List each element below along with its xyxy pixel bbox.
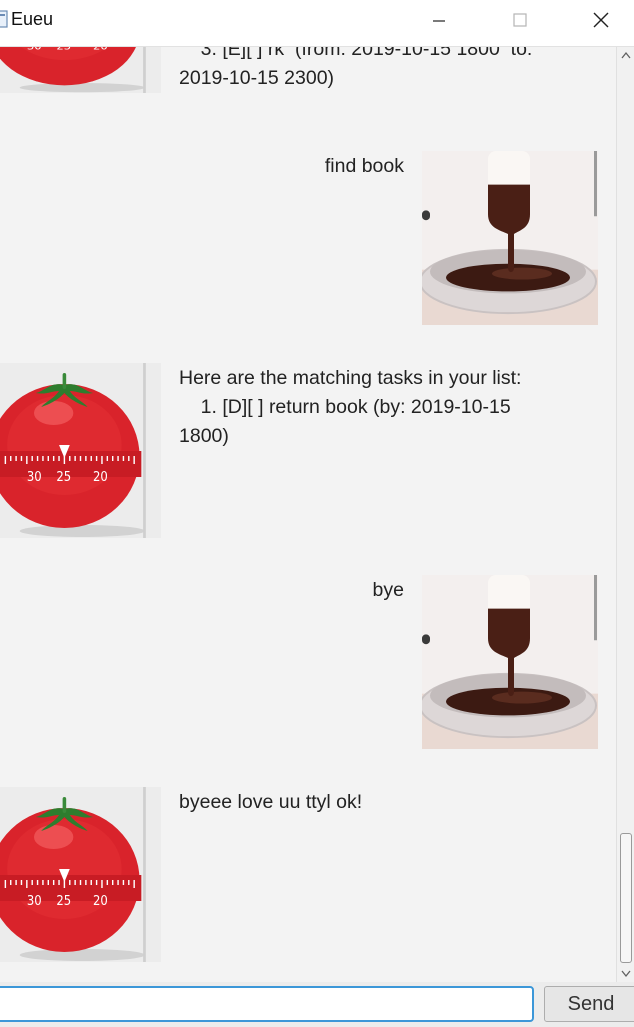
tomato-timer-avatar — [0, 47, 161, 93]
vertical-scrollbar[interactable] — [616, 47, 634, 982]
user-message: find book — [324, 155, 404, 177]
minimize-icon[interactable] — [424, 8, 454, 34]
user-message: bye — [372, 579, 404, 601]
chocolate-dip-avatar — [422, 151, 598, 325]
app-window-icon — [0, 10, 8, 28]
maximize-icon[interactable] — [505, 8, 535, 34]
input-bar: Send — [0, 982, 634, 1027]
message-input[interactable] — [0, 986, 534, 1022]
tomato-timer-avatar — [0, 787, 161, 962]
bot-message: 3. [E][ ] rk (from: 2019-10-15 1800 to: … — [179, 47, 533, 89]
bot-message: Here are the matching tasks in your list… — [179, 367, 522, 447]
chat-scroll-pane[interactable]: 3. [E][ ] rk (from: 2019-10-15 1800 to: … — [0, 47, 615, 982]
bot-message: byeee love uu ttyl ok! — [179, 791, 363, 813]
scrollbar-thumb[interactable] — [620, 833, 632, 963]
tomato-timer-avatar — [0, 363, 161, 538]
send-button[interactable]: Send — [544, 986, 634, 1022]
scroll-down-arrow-icon[interactable] — [621, 970, 631, 978]
window-title: Eueu — [11, 9, 54, 29]
close-icon[interactable] — [586, 8, 616, 34]
title-bar: Eueu — [0, 0, 634, 47]
chocolate-dip-avatar — [422, 575, 598, 749]
scroll-up-arrow-icon[interactable] — [621, 51, 631, 59]
